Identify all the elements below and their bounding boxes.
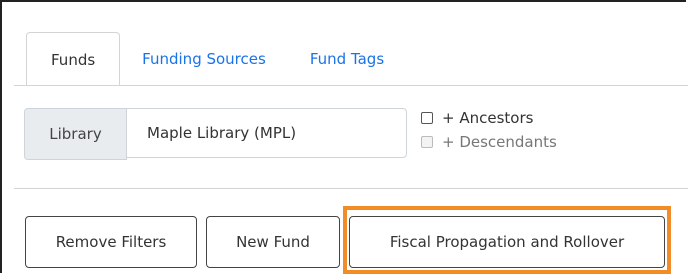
highlight-box — [343, 206, 671, 274]
tab-funding-sources[interactable]: Funding Sources — [120, 32, 288, 86]
library-select[interactable]: Maple Library (MPL) — [127, 108, 407, 158]
ancestors-label: + Ancestors — [442, 109, 534, 127]
tab-underline — [14, 85, 688, 86]
tab-bar: Funds Funding Sources Fund Tags — [26, 32, 406, 86]
tab-funds[interactable]: Funds — [26, 32, 121, 86]
descendants-checkbox — [421, 136, 433, 148]
new-fund-button[interactable]: New Fund — [206, 216, 340, 268]
library-filter-label: Library — [24, 108, 127, 160]
descendants-option: + Descendants — [421, 130, 557, 154]
section-divider — [14, 188, 688, 189]
ancestors-option[interactable]: + Ancestors — [421, 106, 557, 130]
remove-filters-button[interactable]: Remove Filters — [25, 216, 197, 268]
library-filter: Library Maple Library (MPL) — [24, 108, 407, 160]
descendants-label: + Descendants — [442, 133, 557, 151]
ancestors-checkbox[interactable] — [421, 112, 433, 124]
org-scope-options: + Ancestors + Descendants — [421, 106, 557, 154]
tab-fund-tags[interactable]: Fund Tags — [288, 32, 406, 86]
